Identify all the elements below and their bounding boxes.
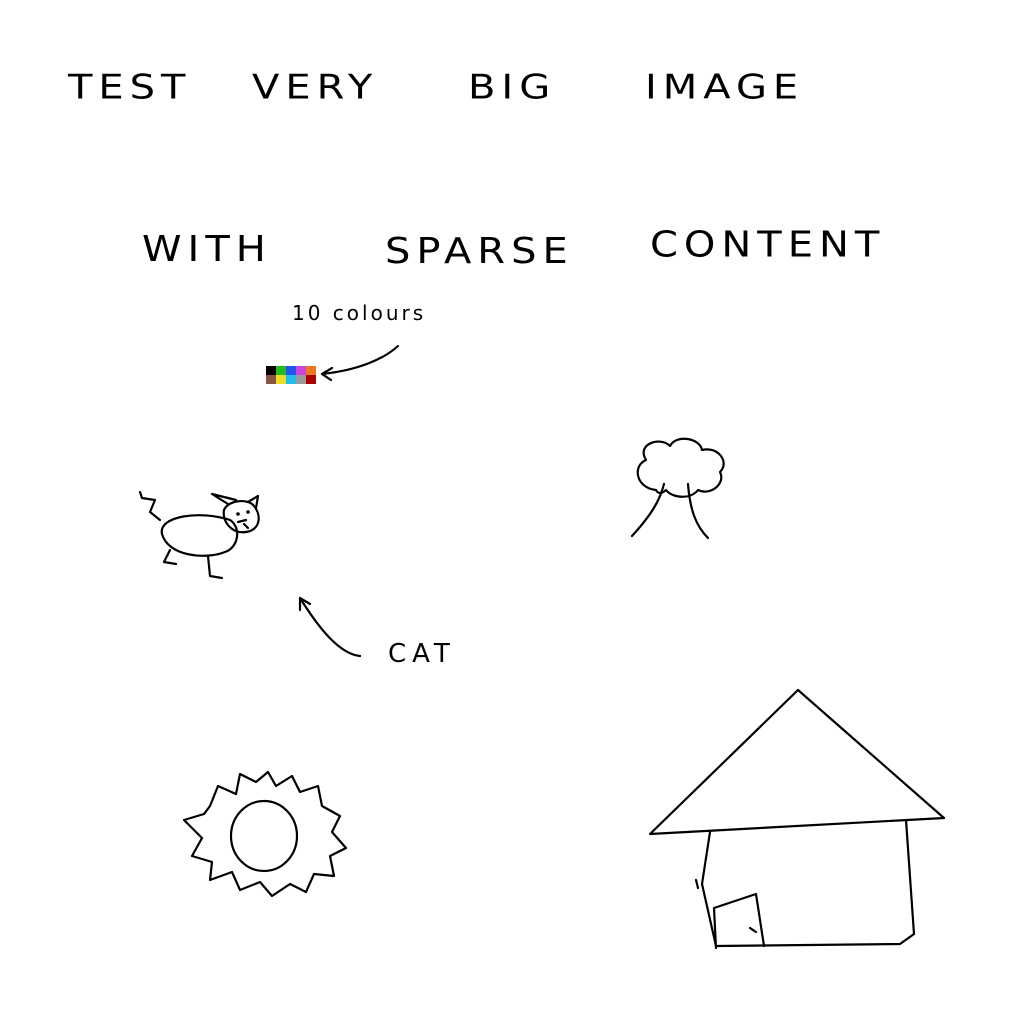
title-word-big: BIG <box>468 67 556 106</box>
palette-swatch <box>306 375 316 384</box>
cat-arrow <box>298 596 362 658</box>
palette-swatch <box>306 366 316 375</box>
title-word-test: TEST <box>67 67 192 106</box>
palette-swatch <box>276 366 286 375</box>
drawing-canvas: TEST VERY BIG IMAGE WITH SPARSE CONTENT … <box>0 0 1024 1024</box>
palette-swatch <box>296 375 306 384</box>
sketch-svg: TEST VERY BIG IMAGE WITH SPARSE CONTENT … <box>67 67 946 950</box>
cat-label: CAT <box>388 639 456 669</box>
palette-swatch <box>286 366 296 375</box>
house-drawing <box>648 688 946 950</box>
title-word-with: WITH <box>142 228 272 270</box>
title-word-sparse: SPARSE <box>385 230 574 272</box>
title-line-1: TEST VERY BIG IMAGE <box>67 67 804 106</box>
title-word-image: IMAGE <box>645 67 804 106</box>
title-line-2: WITH SPARSE CONTENT <box>142 223 885 272</box>
palette-label: 10 colours <box>292 301 426 325</box>
palette-swatch <box>296 366 306 375</box>
color-palette <box>266 366 316 384</box>
tree-drawing <box>630 437 725 540</box>
palette-swatch <box>276 375 286 384</box>
title-word-content: CONTENT <box>650 223 885 265</box>
palette-swatch <box>286 375 296 384</box>
palette-swatch <box>266 366 276 375</box>
sun-drawing <box>182 770 348 898</box>
cat-drawing <box>138 490 260 580</box>
palette-arrow <box>320 344 400 382</box>
title-word-very: VERY <box>252 67 378 106</box>
palette-swatch <box>266 375 276 384</box>
